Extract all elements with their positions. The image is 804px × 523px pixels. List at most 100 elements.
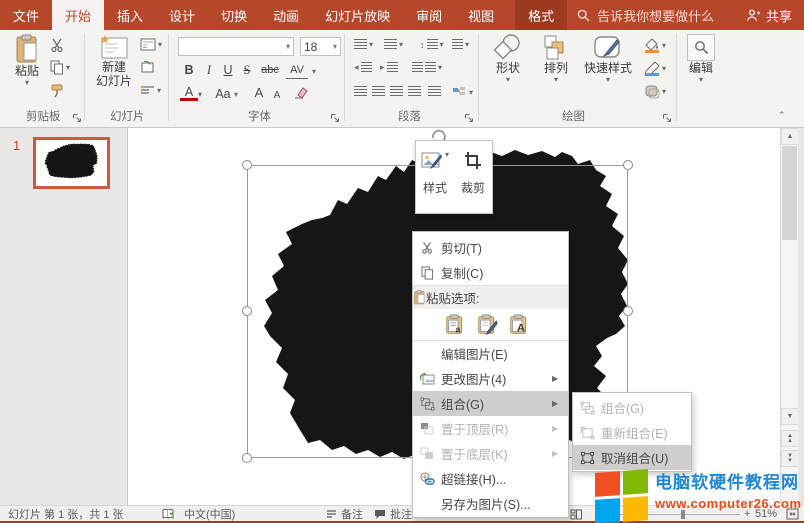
eraser-icon (294, 86, 308, 99)
paste-use-destination-theme-button[interactable] (475, 313, 499, 337)
numbering-button[interactable]: ▾ (384, 39, 403, 50)
paste-button[interactable]: 粘贴 ▾ (8, 34, 46, 86)
paste-picture-button[interactable]: A (507, 313, 531, 337)
reset-slide-button[interactable] (140, 61, 155, 74)
section-button[interactable]: ▾ (140, 84, 161, 97)
scroll-down-button[interactable]: ▼ (781, 408, 799, 425)
font-size-combo[interactable]: 18 ▾ (300, 37, 341, 56)
text-shadow-button[interactable]: abc (258, 61, 282, 79)
decrease-indent-button[interactable]: ◂ (354, 62, 372, 73)
site-url: www.computer26.com (655, 496, 802, 511)
tab-file[interactable]: 文件 (0, 0, 52, 30)
tab-insert[interactable]: 插入 (104, 0, 156, 30)
tab-review[interactable]: 审阅 (403, 0, 455, 30)
resize-handle-bottom-left[interactable] (242, 453, 252, 463)
paste-keep-source-formatting-button[interactable]: a (443, 313, 467, 337)
shape-outline-caret: ▾ (662, 65, 666, 72)
share-button[interactable]: 共享 (734, 0, 804, 30)
text-direction-button[interactable]: ▾ (452, 39, 469, 50)
resize-handle-top-left[interactable] (242, 160, 252, 170)
menu-item-hyperlink[interactable]: 超链接(H)... (413, 466, 568, 491)
editing-button[interactable]: 编辑 ▾ (684, 34, 718, 83)
line-spacing-button[interactable]: ↕▾ (420, 39, 444, 50)
align-center-button[interactable] (372, 86, 385, 97)
menu-item-copy[interactable]: 复制(C) (413, 260, 568, 285)
arrange-button[interactable]: 排列 ▾ (536, 34, 576, 83)
increase-indent-button[interactable]: ▸ (380, 62, 398, 73)
bold-button[interactable]: B (180, 61, 198, 79)
tab-format[interactable]: 格式 (515, 0, 567, 30)
slide-layout-button[interactable]: ▾ (140, 38, 162, 51)
font-color-button[interactable]: A (180, 85, 198, 101)
slide-thumbnails-panel: 1 (0, 128, 128, 505)
previous-slide-button[interactable]: ▲▲ (781, 430, 799, 447)
strikethrough-button[interactable]: S (238, 61, 256, 79)
bullets-button[interactable]: ▾ (354, 39, 373, 50)
italic-button[interactable]: I (200, 61, 218, 79)
scissors-icon (50, 38, 65, 52)
increase-font-size-button[interactable]: A (250, 83, 268, 101)
tab-animations[interactable]: 动画 (260, 0, 312, 30)
slide-canvas[interactable]: ▾ 样式 裁剪 剪切(T) 复制(C) (129, 128, 780, 505)
tab-view[interactable]: 视图 (455, 0, 507, 30)
tab-home[interactable]: 开始 (52, 0, 104, 30)
paste-label: 粘贴 (15, 65, 39, 78)
menu-item-group[interactable]: 组合(G) ▶ (413, 391, 568, 416)
align-left-button[interactable] (354, 86, 367, 97)
font-dialog-launcher[interactable] (330, 113, 340, 123)
resize-handle-middle-left[interactable] (242, 306, 252, 316)
notes-button[interactable]: 备注 (326, 506, 363, 522)
paragraph-dialog-launcher[interactable] (464, 113, 474, 123)
language-indicator[interactable]: 中文(中国) (184, 506, 235, 522)
spell-check-button[interactable] (162, 506, 175, 522)
tell-me-box[interactable]: 告诉我你想要做什么 (567, 0, 724, 30)
quick-styles-button[interactable]: 快速样式 ▾ (580, 34, 636, 83)
menu-item-save-as-picture[interactable]: 另存为图片(S)... (413, 491, 568, 516)
format-painter-button[interactable] (50, 84, 64, 98)
collapse-ribbon-button[interactable]: ⌃ (778, 110, 786, 121)
shape-outline-button[interactable]: ▾ (644, 61, 666, 76)
drawing-dialog-launcher[interactable] (662, 113, 672, 123)
decrease-font-size-button[interactable]: A (268, 86, 286, 104)
resize-handle-middle-right[interactable] (623, 306, 633, 316)
normal-view-button[interactable] (570, 506, 582, 522)
menu-item-cut[interactable]: 剪切(T) (413, 235, 568, 260)
crop-button[interactable]: 裁剪 (454, 141, 492, 213)
comments-button[interactable]: 批注 (374, 506, 412, 522)
tab-transitions[interactable]: 切换 (208, 0, 260, 30)
clear-formatting-button[interactable] (294, 86, 308, 99)
new-slide-button[interactable]: 新建 幻灯片 (92, 34, 136, 88)
slide-indicator[interactable]: 幻灯片 第 1 张，共 1 张 (8, 506, 124, 522)
font-name-combo[interactable]: ▾ (178, 37, 294, 56)
align-right-button[interactable] (390, 86, 403, 97)
underline-button[interactable]: U (219, 61, 237, 79)
clipboard-dialog-launcher[interactable] (72, 113, 82, 123)
slide-thumbnail[interactable] (33, 137, 110, 189)
find-icon (687, 34, 715, 61)
next-slide-button[interactable]: ▼▼ (781, 450, 799, 467)
change-case-button[interactable]: Aa (212, 85, 234, 103)
picture-style-button[interactable]: ▾ 样式 (416, 141, 454, 213)
resize-handle-top-right[interactable] (623, 160, 633, 170)
shapes-button[interactable]: 形状 ▾ (486, 34, 530, 83)
menu-item-change-picture[interactable]: 更改图片(4) ▶ (413, 366, 568, 391)
vertical-scrollbar[interactable]: ▲ ▼ ▲▲ ▼▼ (780, 128, 798, 505)
shape-fill-button[interactable]: ▾ (644, 38, 666, 53)
add-remove-columns-button[interactable] (428, 86, 441, 97)
copy-button[interactable]: ▾ (50, 60, 70, 75)
shape-effects-button[interactable]: ▾ (644, 84, 666, 99)
justify-icon (408, 86, 421, 97)
columns-button[interactable]: ▾ (412, 62, 442, 73)
section-icon (140, 84, 155, 97)
scroll-up-button[interactable]: ▲ (781, 128, 799, 145)
cut-label: 剪切(T) (441, 238, 568, 257)
scrollbar-thumb[interactable] (782, 146, 797, 240)
cut-button[interactable] (50, 38, 65, 52)
tab-slideshow[interactable]: 幻灯片放映 (312, 0, 403, 30)
submenu-item-ungroup[interactable]: 取消组合(U) (573, 445, 691, 470)
justify-button[interactable] (408, 86, 421, 97)
menu-item-edit-picture[interactable]: 编辑图片(E) (413, 341, 568, 366)
tab-design[interactable]: 设计 (156, 0, 208, 30)
convert-to-smartart-button[interactable]: ▾ (452, 86, 473, 99)
character-spacing-button[interactable]: AV (286, 61, 308, 79)
